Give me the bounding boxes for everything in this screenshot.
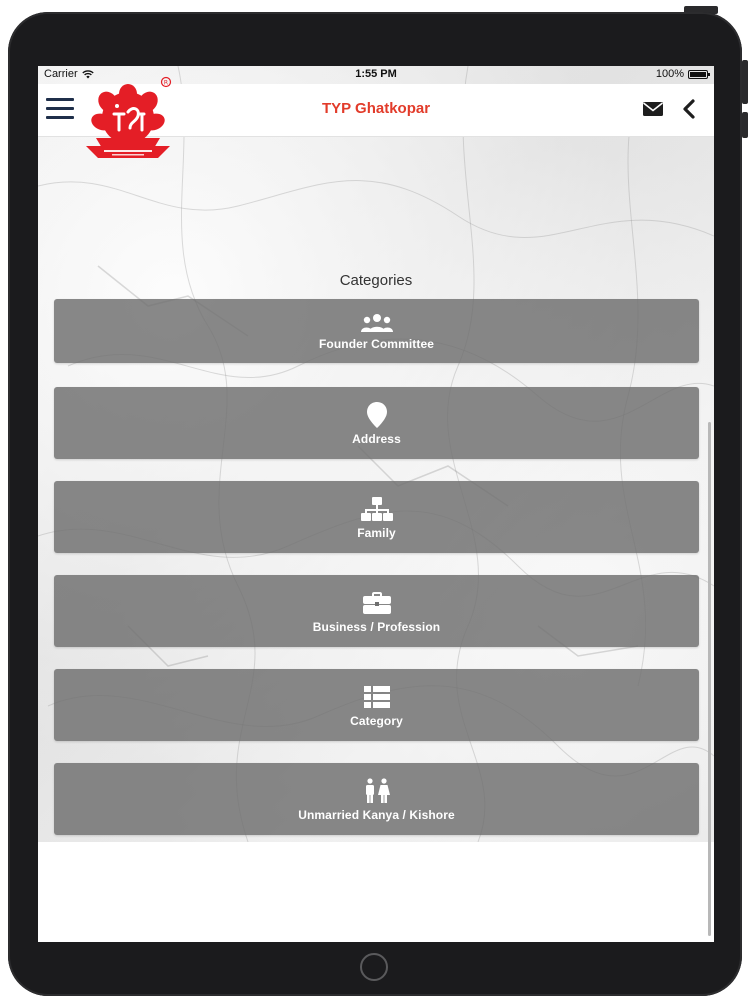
- category-category[interactable]: Category: [54, 669, 699, 741]
- chevron-left-icon[interactable]: [680, 99, 698, 119]
- battery-info: 100%: [655, 68, 710, 80]
- category-family[interactable]: Family: [54, 481, 699, 553]
- device-volume-up-button: [742, 60, 748, 104]
- category-founder-committee[interactable]: Founder Committee: [54, 299, 699, 363]
- battery-icon: [688, 69, 710, 79]
- app-logo[interactable]: R: [80, 74, 176, 168]
- category-business-profession[interactable]: Business / Profession: [54, 575, 699, 647]
- category-label: Founder Committee: [318, 337, 435, 351]
- briefcase-icon: [362, 592, 391, 614]
- envelope-icon[interactable]: [642, 100, 664, 118]
- registered-mark: R: [164, 80, 168, 87]
- app-screen: Carrier 1:55 PM 100% TYP Ghatkopar R Cat…: [38, 66, 714, 942]
- category-address[interactable]: Address: [54, 387, 699, 459]
- users-group-icon: [360, 314, 393, 332]
- categories-heading: Categories: [339, 272, 413, 289]
- list-icon: [363, 686, 390, 708]
- category-label: Family: [357, 526, 396, 540]
- category-label: Address: [352, 432, 401, 446]
- male-female-icon: [365, 778, 390, 803]
- home-button[interactable]: [360, 953, 388, 981]
- device-volume-down-button: [742, 112, 748, 138]
- category-label: Unmarried Kanya / Kishore: [298, 808, 455, 822]
- vertical-scrollbar[interactable]: [708, 422, 711, 936]
- sitemap-icon: [360, 497, 393, 521]
- map-pin-icon: [366, 402, 387, 428]
- category-unmarried-kanya-kishore[interactable]: Unmarried Kanya / Kishore: [54, 763, 699, 835]
- category-label: Business / Profession: [312, 620, 441, 634]
- battery-percent: 100%: [655, 68, 684, 80]
- category-label: Category: [350, 714, 403, 728]
